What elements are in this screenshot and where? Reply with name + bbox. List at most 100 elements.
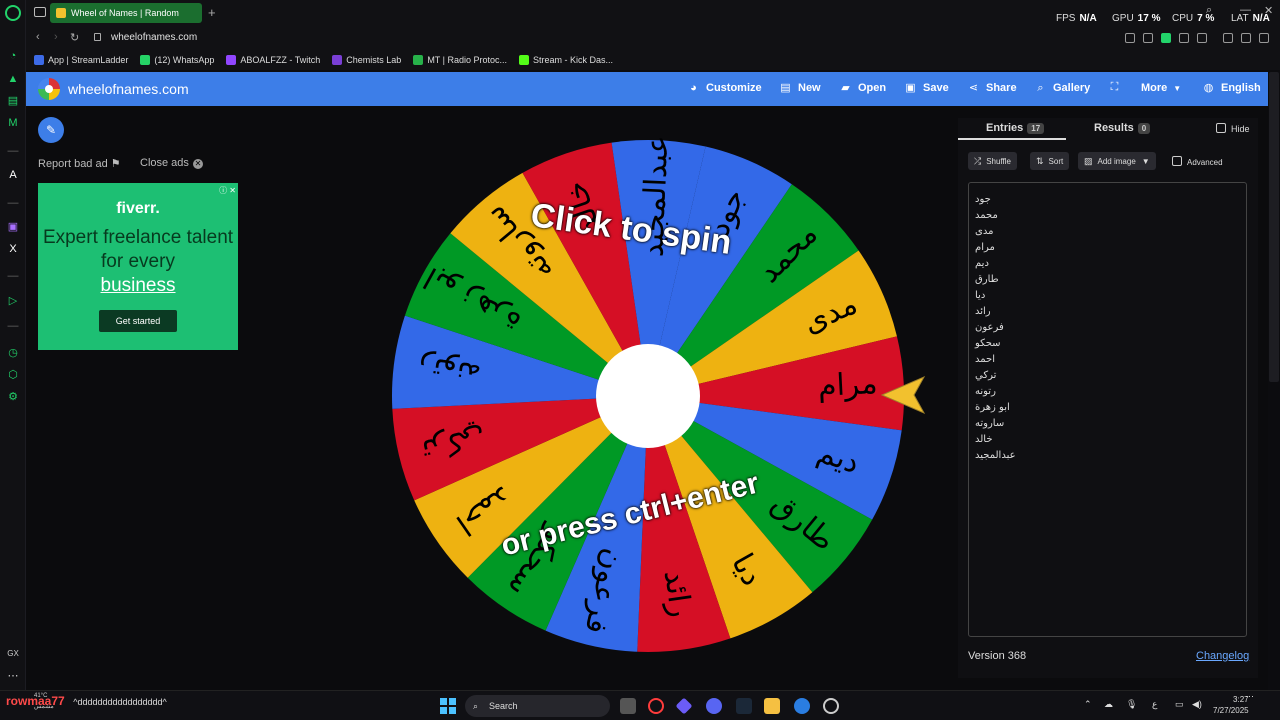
keyboard-language[interactable]: ع xyxy=(1152,699,1157,710)
extensions-icon[interactable]: ⬡ xyxy=(7,369,19,381)
close-window-icon[interactable]: ✕ xyxy=(1264,4,1273,17)
more-dots-icon[interactable]: ⋯ xyxy=(7,670,19,682)
report-bad-ad-link[interactable]: Report bad ad ⚑ xyxy=(38,157,121,170)
task-view-icon[interactable] xyxy=(620,698,636,714)
new-button[interactable]: ▤ New xyxy=(780,82,820,94)
microphone-icon[interactable]: 🎙 xyxy=(1126,699,1137,710)
taskbar-search[interactable]: ⌕ Search xyxy=(465,695,610,717)
entry-line[interactable]: محمد xyxy=(975,208,998,224)
browser-tab-active[interactable]: Wheel of Names | Random xyxy=(50,3,202,23)
bookmark-item[interactable]: App | StreamLadder xyxy=(34,55,128,65)
bookmark-item[interactable]: ABOALFZZ - Twitch xyxy=(226,55,320,65)
entry-line[interactable]: رائد xyxy=(975,304,991,320)
search-tabs-icon[interactable]: ⌕ xyxy=(1206,4,1212,17)
volume-icon[interactable]: ◀) xyxy=(1192,699,1202,710)
hide-checkbox[interactable]: Hide xyxy=(1216,123,1250,134)
tray-chevron-up-icon[interactable]: ⌃ xyxy=(1084,699,1092,710)
profile-icon[interactable] xyxy=(1223,33,1233,43)
close-ads-link[interactable]: Close ads ✕ xyxy=(140,157,203,169)
entry-line[interactable]: تركي xyxy=(975,368,996,384)
customize-button[interactable]: ◕ Customize xyxy=(688,82,761,94)
menu-icon[interactable] xyxy=(1259,33,1269,43)
minimize-icon[interactable]: — xyxy=(1240,4,1251,16)
advanced-checkbox[interactable]: Advanced xyxy=(1172,156,1223,167)
history-icon[interactable]: ◷ xyxy=(7,347,19,359)
entry-line[interactable]: مدى xyxy=(975,224,993,240)
steam-icon[interactable] xyxy=(736,698,752,714)
opera-gx-logo-icon[interactable] xyxy=(5,5,21,21)
more-menu-button[interactable]: More ▼ xyxy=(1141,82,1181,94)
app-diamond-icon[interactable] xyxy=(675,697,693,715)
fullscreen-button[interactable]: ⛶ xyxy=(1109,82,1127,93)
player-arrow-icon[interactable] xyxy=(1179,33,1189,43)
settings-gear-icon[interactable]: ⚙ xyxy=(7,391,19,403)
opera-gx-app-icon[interactable] xyxy=(648,698,664,714)
open-button[interactable]: ▰ Open xyxy=(840,82,886,94)
entry-line[interactable]: طارق xyxy=(975,272,999,288)
entry-line[interactable]: احمد xyxy=(975,352,995,368)
fiverr-ad[interactable]: ⓘ ✕ fiverr. Expert freelance talent for … xyxy=(38,183,238,350)
obs-icon[interactable] xyxy=(823,698,839,714)
entry-line[interactable]: ساروته xyxy=(975,416,1004,432)
wheel-center-hub[interactable] xyxy=(596,344,700,448)
gallery-button[interactable]: ⌕ Gallery xyxy=(1035,82,1090,94)
taskbar-clock[interactable]: 3:27 7/27/2025 xyxy=(1213,694,1249,716)
app-blue-icon[interactable] xyxy=(794,698,810,714)
entry-line[interactable]: ديا xyxy=(975,288,985,304)
taskbar-widget[interactable]: rowmaa77 ^ddddddddddddddddd^ xyxy=(6,694,167,708)
heart-icon[interactable] xyxy=(1197,33,1207,43)
ad-get-started-button[interactable]: Get started xyxy=(99,310,177,332)
sort-button[interactable]: ⇅ Sort xyxy=(1030,152,1070,170)
bookmark-page-icon[interactable] xyxy=(1125,33,1135,43)
wheel-logo-icon[interactable] xyxy=(38,78,60,100)
bookmark-item[interactable]: Chemists Lab xyxy=(332,55,401,65)
language-button[interactable]: ◍ English xyxy=(1203,82,1261,94)
speed-dial-icon[interactable]: ◔ xyxy=(7,50,19,62)
new-tab-plus-icon[interactable]: + xyxy=(208,5,216,20)
tray-cloud-icon[interactable]: ☁ xyxy=(1104,699,1113,710)
share-button[interactable]: ⋖ Share xyxy=(968,82,1017,94)
entry-line[interactable]: مرام xyxy=(975,240,995,256)
save-button[interactable]: ▣ Save xyxy=(905,82,948,94)
ad-headline-link[interactable]: business xyxy=(101,275,176,296)
entry-line[interactable]: خالد xyxy=(975,432,993,448)
file-explorer-icon[interactable] xyxy=(764,698,780,714)
gx-corner-icon[interactable]: M xyxy=(7,117,19,129)
url-field[interactable]: wheelofnames.com xyxy=(111,32,197,43)
x-twitter-icon[interactable]: X xyxy=(7,243,19,255)
tab-results[interactable]: Results 0 xyxy=(1094,122,1151,134)
gx-control-icon[interactable]: ▲ xyxy=(7,73,19,85)
shuffle-button[interactable]: ⤮ Shuffle xyxy=(968,152,1017,170)
bookmark-item[interactable]: MT | Radio Protoc... xyxy=(413,55,507,65)
bookmark-item[interactable]: Stream - Kick Das... xyxy=(519,55,613,65)
bookmark-item[interactable]: (12) WhatsApp xyxy=(140,55,214,65)
add-image-button[interactable]: ▨ Add image ▼ xyxy=(1078,152,1156,170)
page-scrollbar[interactable] xyxy=(1269,72,1279,382)
entry-line[interactable]: رتونه xyxy=(975,384,996,400)
entry-line[interactable]: جود xyxy=(975,192,991,208)
player-icon[interactable]: ▷ xyxy=(7,295,19,307)
edit-pencil-button[interactable]: ✎ xyxy=(38,117,64,143)
entry-line[interactable]: ديم xyxy=(975,256,989,272)
entry-line[interactable]: عبدالمجيد xyxy=(975,448,1016,464)
twitch-icon[interactable]: ▣ xyxy=(7,221,19,233)
site-name[interactable]: wheelofnames.com xyxy=(68,81,189,97)
discord-icon[interactable] xyxy=(706,698,722,714)
changelog-link[interactable]: Changelog xyxy=(1196,650,1249,662)
snapshot-icon[interactable] xyxy=(1143,33,1153,43)
back-icon[interactable]: ‹ xyxy=(36,31,40,43)
entry-line[interactable]: ابو زهرة xyxy=(975,400,1010,416)
entry-line[interactable]: سحكو xyxy=(975,336,1001,352)
tab-list-icon[interactable] xyxy=(34,7,46,17)
ad-info-icon[interactable]: ⓘ ✕ xyxy=(219,185,236,196)
tab-entries[interactable]: Entries 17 xyxy=(986,122,1045,134)
entry-line[interactable]: فرعون xyxy=(975,320,1004,336)
aria-icon[interactable]: A xyxy=(7,169,19,181)
monitor-icon[interactable]: ▭ xyxy=(1175,699,1184,710)
entries-textarea[interactable]: جود محمد مدى مرام ديم طارق ديا رائد فرعون سحكو احم… xyxy=(968,182,1247,637)
notification-dots-icon[interactable]: ⋯ xyxy=(1245,691,1254,702)
windows-start-icon[interactable] xyxy=(440,698,456,714)
forward-icon[interactable]: › xyxy=(54,31,58,43)
vpn-shield-icon[interactable] xyxy=(1161,33,1171,43)
gx-cleaner-icon[interactable]: ▤ xyxy=(7,95,19,107)
